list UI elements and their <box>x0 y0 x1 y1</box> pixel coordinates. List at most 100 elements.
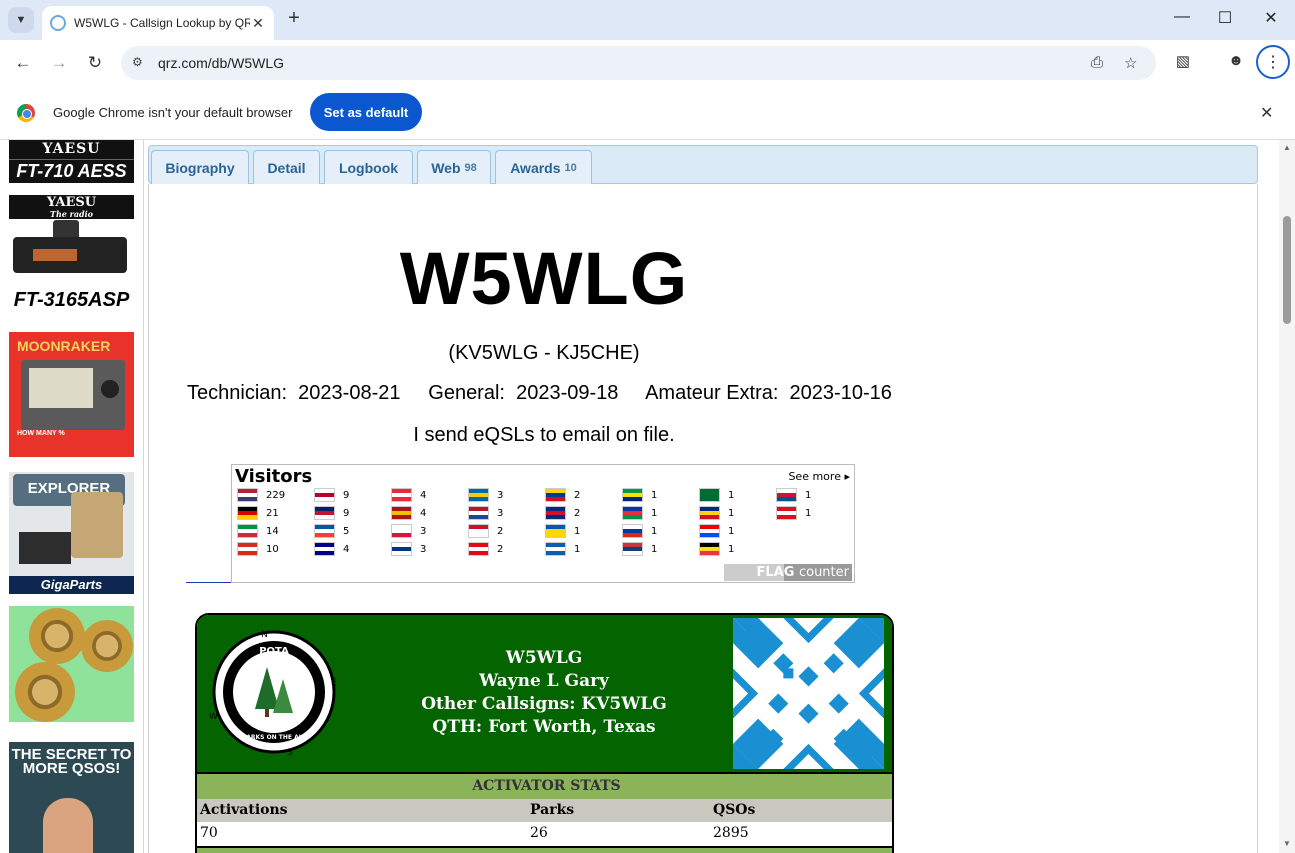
flag-entry: 1 <box>699 542 734 556</box>
profile-icon[interactable]: ☻ <box>1224 52 1248 69</box>
reload-icon[interactable]: ↻ <box>84 52 106 74</box>
visitor-count: 2 <box>497 525 504 537</box>
value-qsos: 2895 <box>713 825 749 841</box>
spool-image <box>29 608 85 664</box>
ad-brand: YAESU <box>9 140 134 160</box>
flag-entry: 1 <box>776 488 811 502</box>
stats-header-row: Activations Parks QSOs <box>197 799 892 822</box>
callsign-heading: W5WLG <box>399 237 689 320</box>
bookmark-star-icon[interactable]: ☆ <box>1124 54 1137 72</box>
pota-header: POTA PARKS ON THE AIR N E S W W5WLG Wayn… <box>197 615 892 772</box>
svg-text:S: S <box>287 748 293 757</box>
set-as-default-button[interactable]: Set as default <box>310 93 422 131</box>
value-activations: 70 <box>200 825 218 841</box>
flag-entry: 2 <box>545 506 580 520</box>
flag-ro-icon <box>699 506 720 520</box>
url-text[interactable]: qrz.com/db/W5WLG <box>158 55 284 71</box>
svg-text:N: N <box>261 630 268 640</box>
flag-br-icon <box>622 488 643 502</box>
minimize-icon[interactable]: — <box>1167 8 1197 26</box>
identicon-pattern <box>733 618 884 769</box>
ad-wire-spools[interactable] <box>9 606 134 722</box>
chrome-logo-icon <box>17 104 35 122</box>
tab-awards[interactable]: Awards 10 <box>495 150 592 185</box>
visitor-count: 3 <box>497 489 504 501</box>
flag-entry: 2 <box>468 524 503 538</box>
window-close-icon[interactable]: ✕ <box>1256 8 1286 28</box>
tab-web[interactable]: Web 98 <box>417 150 491 185</box>
scroll-down-icon[interactable]: ▼ <box>1283 839 1291 848</box>
ad-moonraker[interactable]: MOONRAKER HOW MANY % <box>9 332 134 457</box>
tab-logbook[interactable]: Logbook <box>324 150 413 185</box>
visitor-count: 1 <box>574 543 581 555</box>
flag-au-icon <box>314 542 335 556</box>
flag-entry: 1 <box>699 488 734 502</box>
visitor-count: 1 <box>728 525 735 537</box>
value-parks: 26 <box>530 825 548 841</box>
pota-qth: QTH: Fort Worth, Texas <box>432 717 656 737</box>
site-info-icon[interactable]: ⚙ <box>132 55 143 69</box>
profile-tabbar: Biography Detail Logbook Web 98 Awards 10 <box>148 145 1258 185</box>
ad-secret-qsos[interactable]: THE SECRET TO MORE QSOS! <box>9 742 134 853</box>
forward-icon[interactable]: → <box>48 52 70 74</box>
svg-text:W: W <box>209 712 218 722</box>
flag-ca-icon <box>237 542 258 556</box>
ad-yaesu-ft710[interactable]: YAESU FT-710 AESS <box>9 140 134 183</box>
scroll-thumb[interactable] <box>1283 216 1291 324</box>
scroll-up-icon[interactable]: ▲ <box>1283 143 1291 152</box>
maximize-icon[interactable]: ☐ <box>1210 8 1240 28</box>
flag-co-icon <box>545 488 566 502</box>
tab-biography[interactable]: Biography <box>151 150 249 185</box>
col-qsos: QSOs <box>713 802 756 818</box>
tab-search-button[interactable]: ▼ <box>8 7 34 33</box>
ad-brand: YAESU The radio <box>9 195 134 219</box>
flag-entry: 1 <box>545 542 580 556</box>
link-underline <box>186 582 231 583</box>
back-icon[interactable]: ← <box>12 52 34 74</box>
flag-entry: 4 <box>314 542 349 556</box>
browser-tab-active[interactable]: W5WLG - Callsign Lookup by QRZ ✕ <box>42 6 274 40</box>
flag-entry: 3 <box>468 506 503 520</box>
install-app-icon[interactable]: ⎙ <box>1091 54 1103 71</box>
flag-pr-icon <box>699 524 720 538</box>
pota-logo-icon: POTA PARKS ON THE AIR N E S W <box>209 630 337 757</box>
visitor-count: 4 <box>420 489 427 501</box>
flag-be-icon <box>699 542 720 556</box>
flag-counter-widget[interactable]: Visitors See more ▸ FLAG counter 229 21 14… <box>231 464 855 583</box>
infobar-close-icon[interactable]: ✕ <box>1260 103 1273 123</box>
flag-it-icon <box>237 524 258 538</box>
infobar-message: Google Chrome isn't your default browser <box>53 105 293 120</box>
tab-detail[interactable]: Detail <box>253 150 320 185</box>
see-more-link[interactable]: See more ▸ <box>788 470 850 483</box>
ad-model: FT-710 AESS <box>16 161 127 181</box>
flag-nl-icon <box>468 506 489 520</box>
person-image <box>43 798 93 853</box>
flag-entry: 9 <box>314 488 349 502</box>
ad-brand: MOONRAKER <box>17 338 111 354</box>
visitor-count: 9 <box>343 489 350 501</box>
flag-entry: 4 <box>391 488 426 502</box>
new-tab-button[interactable]: + <box>283 8 305 30</box>
svg-text:E: E <box>331 678 337 688</box>
flag-entry: 1 <box>622 506 657 520</box>
page-scrollbar[interactable]: ▲ ▼ <box>1279 140 1295 853</box>
address-bar[interactable]: ⚙ qrz.com/db/W5WLG ⎙ ☆ <box>121 46 1156 80</box>
flag-entry: 1 <box>699 506 734 520</box>
visitor-count: 1 <box>728 489 735 501</box>
ad-gigaparts[interactable]: EXPLORER GigaParts <box>9 472 134 594</box>
flag-counter-logo: FLAG counter <box>724 564 852 581</box>
pota-stats-card: POTA PARKS ON THE AIR N E S W W5WLG Wayn… <box>195 613 894 853</box>
flag-entry: 10 <box>237 542 279 556</box>
ad-yaesu-ft3165[interactable]: YAESU The radio FT-3165ASP <box>9 195 134 318</box>
chrome-menu-button[interactable]: ⋮ <box>1256 45 1290 79</box>
visitor-count: 4 <box>420 507 427 519</box>
chevron-down-icon: ▼ <box>15 14 27 26</box>
flag-gb-icon <box>314 506 335 520</box>
tab-close-icon[interactable]: ✕ <box>250 15 266 32</box>
visitor-count: 14 <box>266 525 279 537</box>
extensions-icon[interactable]: ▧ <box>1171 52 1195 70</box>
flag-ua-icon <box>545 524 566 538</box>
flag-pl-icon <box>391 524 412 538</box>
svg-text:POTA: POTA <box>259 646 289 657</box>
page-viewport: YAESU FT-710 AESS YAESU The radio FT-3165… <box>0 140 1295 853</box>
